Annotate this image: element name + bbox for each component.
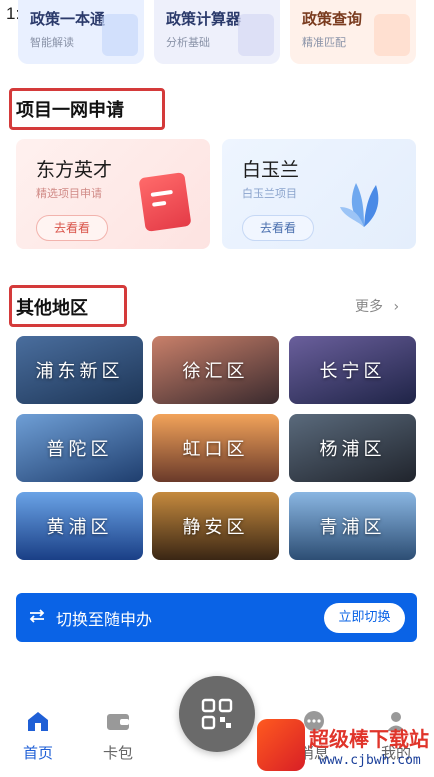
district-tile[interactable]: 青浦区: [289, 492, 416, 560]
district-name: 长宁区: [319, 361, 386, 382]
home-icon: [28, 712, 48, 731]
district-name: 黄浦区: [46, 517, 113, 538]
magnolia-flower-icon: [340, 183, 379, 227]
policy-card-title: 政策查询: [302, 10, 363, 28]
district-tile[interactable]: 长宁区: [289, 336, 416, 404]
district-name: 徐汇区: [182, 361, 249, 382]
watermark-url: www.cjbwh.com: [319, 753, 421, 768]
switch-banner: 切换至随申办 立即切换: [16, 593, 417, 642]
switch-label: 切换至随申办: [56, 610, 153, 629]
watermark-logo-icon: [257, 719, 305, 771]
qr-code-icon: [201, 698, 233, 730]
watermark: 超级棒下载站 www.cjbwh.com: [255, 715, 434, 777]
view-button[interactable]: 去看看: [242, 215, 314, 241]
search-doc-icon: [374, 14, 410, 56]
chevron-right-icon: ›: [393, 299, 400, 315]
tab-cards[interactable]: 卡包: [88, 710, 148, 763]
district-name: 浦东新区: [35, 361, 124, 382]
district-tile[interactable]: 浦东新区: [16, 336, 143, 404]
policy-card-calculator[interactable]: 政策计算器 分析基础: [154, 0, 280, 64]
project-card-magnolia[interactable]: 白玉兰 白玉兰项目 去看看: [222, 139, 416, 249]
district-tile[interactable]: 徐汇区: [152, 336, 279, 404]
more-link[interactable]: 更多 ›: [355, 296, 399, 316]
policy-card-subtitle: 分析基础: [166, 36, 210, 49]
scan-button[interactable]: [179, 676, 255, 752]
district-name: 虹口区: [182, 439, 249, 460]
policy-card-subtitle: 智能解读: [30, 36, 74, 49]
wallet-icon: [107, 714, 129, 730]
project-card-subtitle: 精选项目申请: [36, 187, 102, 200]
district-name: 普陀区: [46, 439, 113, 460]
district-tile[interactable]: 静安区: [152, 492, 279, 560]
policy-card-title: 政策计算器: [166, 10, 242, 28]
policy-cards: 政策一本通 智能解读 政策计算器 分析基础 政策查询 精准匹配: [0, 0, 434, 66]
district-tile[interactable]: 杨浦区: [289, 414, 416, 482]
calculator-icon: [238, 14, 274, 56]
folder-icon: [138, 172, 192, 232]
project-card-title: 白玉兰: [242, 159, 300, 181]
tab-home-label: 首页: [22, 744, 53, 762]
district-tile[interactable]: 黄浦区: [16, 492, 143, 560]
district-name: 杨浦区: [319, 439, 386, 460]
project-card-title: 东方英才: [36, 159, 113, 181]
swap-icon: [29, 609, 45, 623]
view-button[interactable]: 去看看: [36, 215, 108, 241]
watermark-title: 超级棒下载站: [309, 727, 429, 751]
section-title-projects: 项目一网申请: [16, 100, 124, 121]
tab-cards-label: 卡包: [102, 744, 133, 762]
project-card-subtitle: 白玉兰项目: [242, 187, 297, 200]
district-tile[interactable]: 普陀区: [16, 414, 143, 482]
district-tile[interactable]: 虹口区: [152, 414, 279, 482]
tab-home[interactable]: 首页: [8, 710, 68, 763]
switch-now-button[interactable]: 立即切换: [324, 603, 405, 633]
policy-card-subtitle: 精准匹配: [302, 36, 346, 49]
policy-card-guide[interactable]: 政策一本通 智能解读: [18, 0, 144, 64]
section-title-districts: 其他地区: [16, 298, 88, 319]
district-name: 静安区: [182, 517, 249, 538]
district-name: 青浦区: [319, 517, 386, 538]
more-label: 更多: [355, 299, 383, 315]
book-icon: [102, 14, 138, 56]
policy-card-title: 政策一本通: [30, 10, 106, 28]
policy-card-query[interactable]: 政策查询 精准匹配: [290, 0, 416, 64]
project-card-dongfang[interactable]: 东方英才 精选项目申请 去看看: [16, 139, 210, 249]
